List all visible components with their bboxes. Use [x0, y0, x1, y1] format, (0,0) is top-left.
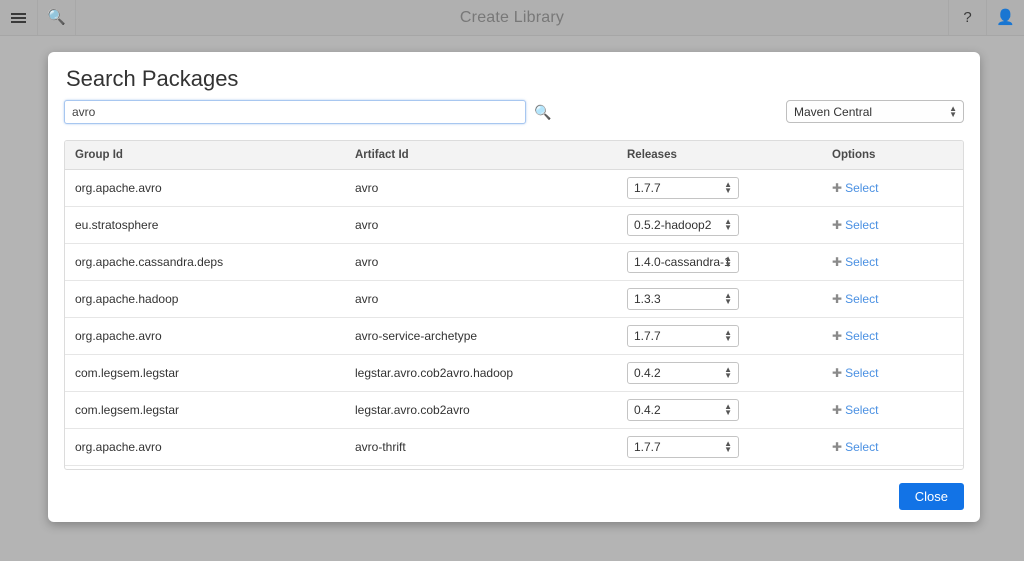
menu-button[interactable]	[0, 0, 38, 35]
chevron-updown-icon: ▲▼	[949, 106, 957, 118]
plus-icon: ✚	[832, 255, 842, 269]
release-selected-value: 1.4.0-cassandra-1	[634, 255, 731, 269]
plus-icon: ✚	[832, 329, 842, 343]
cell-artifact-id: legstar.avro.cob2avro	[345, 392, 617, 429]
plus-icon: ✚	[832, 440, 842, 454]
table-row: eu.stratosphereavro 0.5.2-hadoop2 ▲▼ ✚Selec…	[65, 207, 964, 244]
release-selected-value: 1.7.7	[634, 329, 661, 343]
cell-artifact-id: avro	[345, 170, 617, 207]
release-selected-value: 0.5.2-hadoop2	[634, 218, 711, 232]
chevron-updown-icon: ▲▼	[724, 219, 732, 231]
column-header-options: Options	[822, 141, 964, 170]
cell-artifact-id: avro-service-archetype	[345, 318, 617, 355]
table-row: org.apache.avroavro-protobuf1.7.7▲▼✚Sele…	[65, 466, 964, 471]
chevron-updown-icon: ▲▼	[724, 256, 732, 268]
select-link[interactable]: Select	[845, 329, 878, 343]
release-select[interactable]: 1.7.7 ▲▼	[627, 325, 739, 347]
cell-group-id: org.apache.cassandra.deps	[65, 244, 345, 281]
chevron-updown-icon: ▲▼	[724, 404, 732, 416]
close-button[interactable]: Close	[899, 483, 964, 510]
search-submit-icon[interactable]: 🔍	[534, 105, 551, 119]
user-account-button[interactable]: 👤	[986, 0, 1024, 35]
chevron-updown-icon: ▲▼	[724, 293, 732, 305]
release-selected-value: 1.3.3	[634, 292, 661, 306]
table-header-row: Group Id Artifact Id Releases Options	[65, 141, 964, 170]
release-select[interactable]: 1.4.0-cassandra-1▲▼	[627, 251, 739, 273]
cell-artifact-id: avro	[345, 207, 617, 244]
page-title: Create Library	[76, 0, 948, 35]
select-link[interactable]: Select	[845, 181, 878, 195]
select-link[interactable]: Select	[845, 255, 878, 269]
chevron-updown-icon: ▲▼	[724, 367, 732, 379]
cell-group-id: eu.stratosphere	[65, 207, 345, 244]
release-select[interactable]: 0.4.2 ▲▼	[627, 399, 739, 421]
table-row: com.legsem.legstarlegstar.avro.cob2avro 0…	[65, 392, 964, 429]
release-select[interactable]: 1.3.3 ▲▼	[627, 288, 739, 310]
repository-select[interactable]: Maven Central ▲▼	[786, 100, 964, 123]
packages-table: Group Id Artifact Id Releases Options or…	[65, 141, 964, 470]
select-link[interactable]: Select	[845, 218, 878, 232]
release-select[interactable]: 0.4.2 ▲▼	[627, 362, 739, 384]
cell-artifact-id: legstar.avro.cob2avro.hadoop	[345, 355, 617, 392]
select-link[interactable]: Select	[845, 403, 878, 417]
cell-group-id: org.apache.avro	[65, 170, 345, 207]
user-icon: 👤	[996, 10, 1015, 25]
release-selected-value: 1.7.7	[634, 440, 661, 454]
table-row: org.apache.cassandra.depsavro 1.4.0-cassa…	[65, 244, 964, 281]
table-row: org.apache.avroavro-service-archetype 1.7…	[65, 318, 964, 355]
cell-group-id: org.apache.hadoop	[65, 281, 345, 318]
cell-group-id: org.apache.avro	[65, 318, 345, 355]
select-link[interactable]: Select	[845, 440, 878, 454]
plus-icon: ✚	[832, 403, 842, 417]
help-button[interactable]: ?	[948, 0, 986, 35]
dialog-title: Search Packages	[48, 52, 980, 94]
cell-group-id: org.apache.avro	[65, 429, 345, 466]
select-link[interactable]: Select	[845, 292, 878, 306]
top-bar: 🔍 Create Library ? 👤	[0, 0, 1024, 36]
search-input[interactable]	[64, 100, 526, 124]
column-header-artifact-id: Artifact Id	[345, 141, 617, 170]
cell-group-id: com.legsem.legstar	[65, 392, 345, 429]
repository-selected-value: Maven Central	[794, 105, 872, 119]
search-packages-dialog: Search Packages 🔍 Maven Central ▲▼ Group…	[48, 52, 980, 522]
chevron-updown-icon: ▲▼	[724, 330, 732, 342]
release-select[interactable]: 1.7.7 ▲▼	[627, 177, 739, 199]
dialog-footer: Close	[899, 483, 964, 510]
table-row: org.apache.avroavro-thrift 1.7.7 ▲▼ ✚Select	[65, 429, 964, 466]
plus-icon: ✚	[832, 181, 842, 195]
release-selected-value: 0.4.2	[634, 366, 661, 380]
plus-icon: ✚	[832, 366, 842, 380]
plus-icon: ✚	[832, 218, 842, 232]
search-icon: 🔍	[47, 10, 66, 25]
results-scroll-area[interactable]: Group Id Artifact Id Releases Options or…	[64, 140, 964, 470]
cell-artifact-id: avro	[345, 244, 617, 281]
table-row: com.legsem.legstarlegstar.avro.cob2avro.…	[65, 355, 964, 392]
release-select[interactable]: 0.5.2-hadoop2 ▲▼	[627, 214, 739, 236]
cell-artifact-id: avro-thrift	[345, 429, 617, 466]
column-header-releases: Releases	[617, 141, 822, 170]
hamburger-icon	[11, 11, 26, 25]
chevron-updown-icon: ▲▼	[724, 441, 732, 453]
question-mark-icon: ?	[963, 10, 971, 25]
cell-group-id: org.apache.avro	[65, 466, 345, 471]
search-row: 🔍 Maven Central ▲▼	[48, 94, 980, 124]
table-row: org.apache.hadoopavro 1.3.3 ▲▼ ✚Select	[65, 281, 964, 318]
release-select[interactable]: 1.7.7 ▲▼	[627, 436, 739, 458]
cell-artifact-id: avro-protobuf	[345, 466, 617, 471]
cell-artifact-id: avro	[345, 281, 617, 318]
release-selected-value: 0.4.2	[634, 403, 661, 417]
release-selected-value: 1.7.7	[634, 181, 661, 195]
plus-icon: ✚	[832, 292, 842, 306]
column-header-group-id: Group Id	[65, 141, 345, 170]
table-row: org.apache.avroavro 1.7.7 ▲▼ ✚Select	[65, 170, 964, 207]
topbar-search-button[interactable]: 🔍	[38, 0, 76, 35]
select-link[interactable]: Select	[845, 366, 878, 380]
chevron-updown-icon: ▲▼	[724, 182, 732, 194]
cell-group-id: com.legsem.legstar	[65, 355, 345, 392]
